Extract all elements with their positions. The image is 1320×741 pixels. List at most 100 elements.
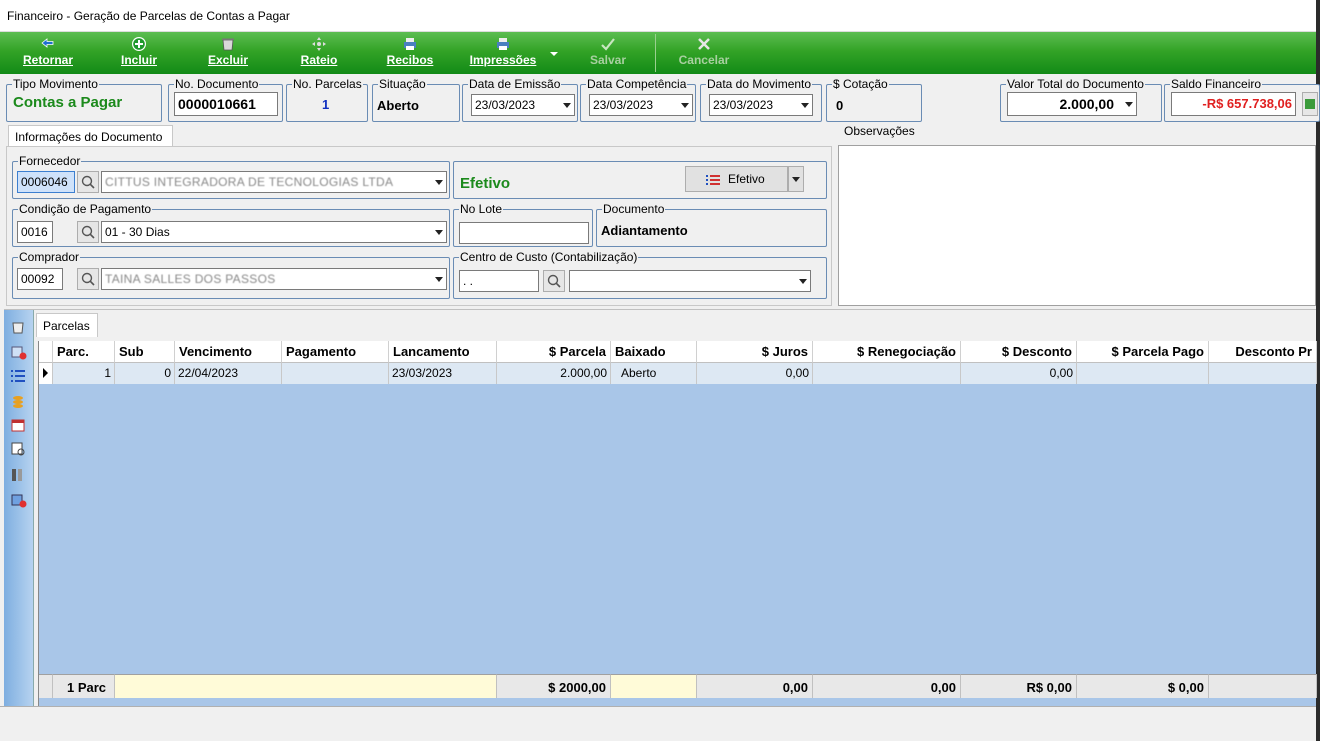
centro-custo-search-button[interactable]: [543, 270, 565, 292]
no-lote-group: No Lote: [453, 203, 593, 247]
chevron-down-icon[interactable]: [1125, 102, 1133, 107]
incluir-button[interactable]: Incluir: [112, 35, 166, 73]
impressoes-button[interactable]: Impressões: [458, 35, 548, 73]
footer-desconto-total: R$ 0,00: [961, 674, 1077, 698]
check-icon: [601, 38, 615, 51]
cotacao-label: $ Cotação: [832, 77, 889, 91]
section-divider: [4, 309, 1316, 310]
coins-icon[interactable]: [11, 394, 27, 408]
comprador-search-button[interactable]: [77, 268, 99, 290]
col-header-parcela[interactable]: $ Parcela: [497, 341, 611, 363]
condicao-code-field[interactable]: 0016: [17, 221, 53, 243]
rateio-button[interactable]: Rateio: [293, 35, 345, 73]
condicao-pagamento-group: Condição de Pagamento 0016 01 - 30 Dias: [12, 203, 450, 247]
tab-informacoes-documento[interactable]: Informações do Documento: [8, 125, 173, 147]
saldo-refresh-button[interactable]: [1302, 92, 1318, 116]
cell-vencimento[interactable]: 22/04/2023: [175, 363, 282, 384]
recibos-label: Recibos: [386, 53, 434, 67]
no-documento-field[interactable]: 0000010661: [174, 92, 278, 116]
footer-blank: [115, 674, 497, 698]
chevron-down-icon[interactable]: [435, 230, 443, 235]
cancelar-button[interactable]: Cancelar: [670, 35, 738, 73]
documento-label: Documento: [602, 202, 666, 216]
no-lote-field[interactable]: [459, 222, 589, 244]
cell-renegociacao[interactable]: [813, 363, 961, 384]
calendar-search-icon[interactable]: [11, 442, 27, 456]
comprador-select[interactable]: TAINA SALLES DOS PASSOS: [101, 268, 447, 290]
col-header-desconto[interactable]: $ Desconto: [961, 341, 1077, 363]
efetivo-status: Efetivo: [460, 175, 511, 192]
chevron-down-icon[interactable]: [435, 277, 443, 282]
chevron-down-icon[interactable]: [681, 103, 689, 108]
comprador-name: TAINA SALLES DOS PASSOS: [105, 272, 276, 286]
cell-juros[interactable]: 0,00: [697, 363, 813, 384]
fornecedor-group: Fornecedor 0006046 CITTUS INTEGRADORA DE…: [12, 155, 450, 199]
cell-pagamento[interactable]: [282, 363, 389, 384]
valor-total-field[interactable]: 2.000,00: [1007, 92, 1137, 116]
data-movimento-picker[interactable]: 23/03/2023: [709, 94, 813, 116]
cell-parcela-pago[interactable]: [1077, 363, 1209, 384]
salvar-button[interactable]: Salvar: [582, 35, 634, 73]
move-arrows-icon: [312, 37, 326, 51]
data-competencia-picker[interactable]: 23/03/2023: [589, 94, 693, 116]
retornar-button[interactable]: Retornar: [14, 35, 82, 73]
recibos-button[interactable]: Recibos: [380, 35, 440, 73]
delete-row-icon[interactable]: [11, 346, 27, 360]
chevron-down-icon[interactable]: [563, 103, 571, 108]
centro-custo-code-field[interactable]: . .: [459, 270, 539, 292]
col-header-parc[interactable]: Parc.: [53, 341, 115, 363]
data-competencia-value: 23/03/2023: [593, 98, 654, 112]
col-header-renegociacao[interactable]: $ Renegociação: [813, 341, 961, 363]
trash-icon[interactable]: [11, 320, 27, 334]
footer-juros-total: 0,00: [697, 674, 813, 698]
fornecedor-code-field[interactable]: 0006046: [17, 171, 75, 193]
columns-icon[interactable]: [11, 468, 27, 482]
cell-sub[interactable]: 0: [115, 363, 175, 384]
condicao-search-button[interactable]: [77, 221, 99, 243]
cotacao-value: 0: [836, 98, 844, 113]
col-header-juros[interactable]: $ Juros: [697, 341, 813, 363]
observacoes-textarea[interactable]: [838, 145, 1316, 306]
condicao-name: 01 - 30 Dias: [105, 225, 170, 239]
comprador-code-field[interactable]: 00092: [17, 268, 63, 290]
cell-desconto-pr[interactable]: [1209, 363, 1317, 384]
col-header-desconto-pr[interactable]: Desconto Pr: [1209, 341, 1317, 363]
cell-parc[interactable]: 1: [53, 363, 115, 384]
data-emissao-picker[interactable]: 23/03/2023: [471, 94, 575, 116]
fornecedor-select[interactable]: CITTUS INTEGRADORA DE TECNOLOGIAS LTDA: [101, 171, 447, 193]
col-header-baixado[interactable]: Baixado: [611, 341, 697, 363]
cell-parcela[interactable]: 2.000,00: [497, 363, 611, 384]
cell-lancamento[interactable]: 23/03/2023: [389, 363, 497, 384]
tab-parcelas[interactable]: Parcelas: [36, 313, 98, 337]
return-arrow-icon: [41, 38, 54, 48]
col-header-parcela-pago[interactable]: $ Parcela Pago: [1077, 341, 1209, 363]
list-icon[interactable]: [11, 370, 27, 384]
cell-desconto[interactable]: 0,00: [961, 363, 1077, 384]
impressoes-dropdown-icon[interactable]: [550, 52, 558, 56]
condicao-select[interactable]: 01 - 30 Dias: [101, 221, 447, 243]
fornecedor-search-button[interactable]: [77, 171, 99, 193]
excluir-button[interactable]: Excluir: [202, 35, 254, 73]
col-header-vencimento[interactable]: Vencimento: [175, 341, 282, 363]
efetivo-button[interactable]: Efetivo: [685, 166, 788, 192]
situacao-value: Aberto: [377, 98, 419, 113]
chevron-down-icon[interactable]: [435, 180, 443, 185]
chevron-down-icon[interactable]: [799, 279, 807, 284]
row-indicator[interactable]: [39, 363, 53, 384]
no-documento-group: No. Documento 0000010661: [168, 78, 283, 122]
close-icon: [698, 38, 710, 50]
grid-delete-icon[interactable]: [11, 494, 27, 508]
calendar-icon[interactable]: [11, 418, 27, 432]
cell-baixado[interactable]: Aberto: [611, 363, 697, 384]
col-header-sub[interactable]: Sub: [115, 341, 175, 363]
no-parcelas-value: 1: [322, 97, 330, 112]
efetivo-dropdown-button[interactable]: [788, 166, 804, 192]
centro-custo-select[interactable]: [569, 270, 811, 292]
col-header-lancamento[interactable]: Lancamento: [389, 341, 497, 363]
footer-parcela-total: $ 2000,00: [497, 674, 611, 698]
col-header-pagamento[interactable]: Pagamento: [282, 341, 389, 363]
saldo-financeiro-label: Saldo Financeiro: [1170, 77, 1263, 91]
toolbar-separator: [655, 34, 656, 72]
chevron-down-icon[interactable]: [801, 103, 809, 108]
no-documento-label: No. Documento: [174, 77, 260, 91]
